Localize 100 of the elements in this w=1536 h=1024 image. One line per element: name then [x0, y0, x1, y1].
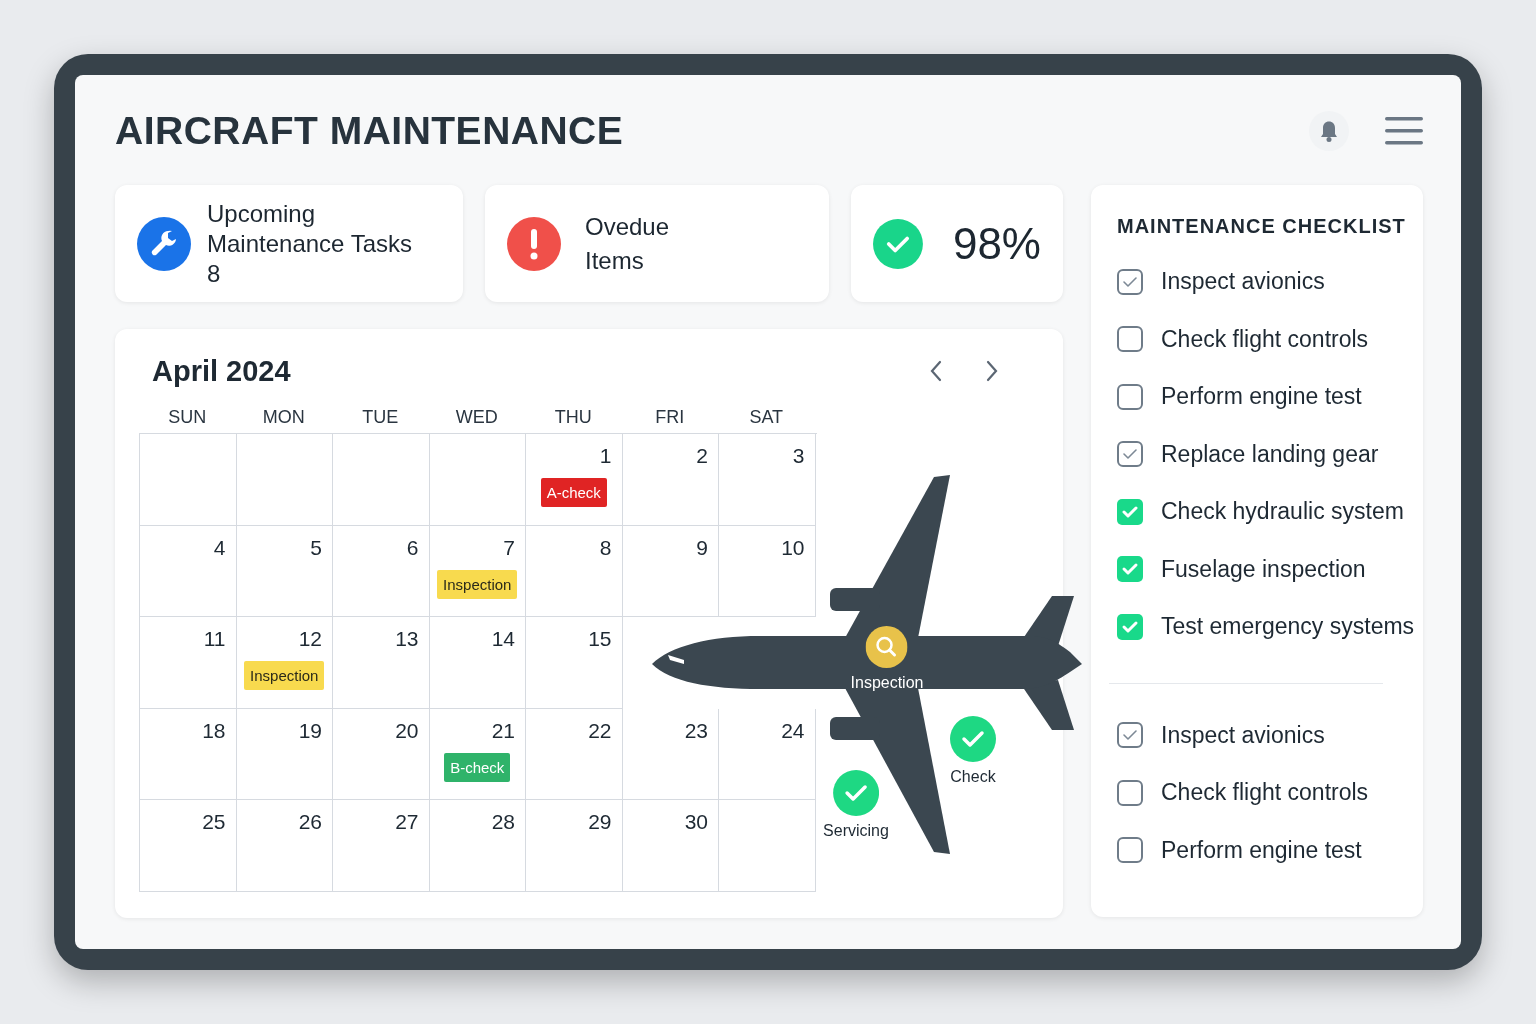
event-tag[interactable]: Inspection [244, 661, 325, 690]
day-number: 25 [202, 810, 226, 834]
day-number: 10 [781, 535, 805, 560]
checkbox[interactable] [1117, 722, 1143, 749]
day-number: 14 [491, 627, 515, 651]
check-icon[interactable] [950, 716, 996, 762]
weekday-label: MON [261, 406, 306, 428]
checklist-item-label: Inspect avionics [1161, 268, 1325, 296]
calendar-cell[interactable]: 9 [622, 525, 719, 617]
day-number: 2 [696, 444, 708, 468]
calendar-cell[interactable] [140, 434, 237, 526]
chevron-left-icon[interactable] [929, 360, 943, 382]
calendar-cell[interactable]: 11 [140, 617, 237, 709]
checklist-item-label: Inspect avionics [1161, 721, 1325, 749]
calendar-cell[interactable]: 29 [526, 800, 623, 892]
calendar-cell[interactable]: 25 [140, 800, 237, 892]
day-number: 3 [792, 444, 805, 468]
calendar-cell[interactable]: 22 [526, 708, 623, 800]
calendar-cell[interactable]: 2 [622, 434, 719, 526]
check-icon[interactable] [833, 770, 879, 816]
day-number: 8 [599, 535, 612, 560]
calendar-cell[interactable]: 12 Inspection [236, 617, 333, 709]
calendar-cell[interactable]: 7 Inspection [429, 525, 526, 617]
day-number: 18 [202, 718, 226, 743]
calendar-cell[interactable] [333, 434, 430, 526]
day-number: 20 [395, 718, 419, 743]
checklist-item-label: Check flight controls [1161, 325, 1369, 353]
day-number: 27 [395, 810, 419, 834]
stat-value: 98% [952, 218, 1041, 269]
checklist-item-label: Replace landing gear [1161, 440, 1379, 468]
day-number: 24 [781, 718, 805, 743]
checkbox[interactable] [1117, 268, 1143, 295]
checkbox[interactable] [1117, 326, 1143, 353]
calendar-cell[interactable]: 24 [719, 708, 816, 800]
airplane-tail-fin [1022, 680, 1074, 730]
chevron-right-icon[interactable] [985, 360, 999, 382]
calendar-cell[interactable]: 23 [622, 708, 719, 800]
calendar-cell[interactable]: 27 [333, 800, 430, 892]
check-icon [873, 216, 923, 271]
page-title: AIRCRAFT MAINTENANCE [115, 109, 624, 153]
calendar-cell[interactable]: 8 [526, 525, 623, 617]
stat-value: 8 [207, 258, 222, 289]
day-number: 23 [684, 718, 708, 743]
checkbox[interactable] [1117, 383, 1143, 410]
calendar-cell[interactable]: 28 [429, 800, 526, 892]
day-number: 19 [298, 718, 322, 743]
bell-icon[interactable] [1309, 111, 1349, 151]
day-number: 21 [491, 718, 515, 743]
day-number: 11 [203, 627, 226, 651]
stat-label: Ovedue [585, 211, 670, 242]
day-number: 22 [588, 718, 612, 743]
checkbox[interactable] [1117, 441, 1143, 468]
checkbox[interactable] [1117, 556, 1143, 583]
weekday-label: THU [553, 406, 593, 428]
calendar-cell[interactable]: 18 [140, 708, 237, 800]
checkbox[interactable] [1117, 613, 1143, 640]
day-number: 7 [503, 535, 515, 560]
calendar-cell[interactable]: 1 A-check [526, 434, 623, 526]
calendar-cell[interactable]: 26 [236, 800, 333, 892]
weekday-label: SUN [167, 406, 208, 428]
calendar-cell[interactable]: 10 [719, 525, 816, 617]
weekday-label: TUE [361, 406, 400, 428]
checkbox[interactable] [1117, 498, 1143, 525]
marker-label: Servicing [823, 822, 889, 840]
calendar-cell[interactable]: 13 [333, 617, 430, 709]
month-title: April 2024 [152, 354, 291, 388]
calendar-cell[interactable]: 5 [236, 525, 333, 617]
calendar-cell[interactable]: 4 [140, 525, 237, 617]
calendar-cell[interactable]: 15 [526, 617, 623, 709]
menu-icon[interactable] [1385, 116, 1423, 146]
day-number: 12 [298, 627, 322, 651]
day-number: 5 [310, 535, 322, 560]
checklist-item-label: Perform engine test [1161, 383, 1362, 411]
calendar-cell[interactable]: 14 [429, 617, 526, 709]
calendar-cell[interactable]: 20 [333, 708, 430, 800]
calendar-cell[interactable] [719, 800, 816, 892]
day-number: 9 [696, 535, 708, 560]
calendar-cell[interactable]: 3 [719, 434, 816, 526]
checkbox[interactable] [1117, 779, 1143, 806]
calendar-cell[interactable]: 19 [236, 708, 333, 800]
day-number: 13 [395, 627, 419, 651]
calendar-cell[interactable] [236, 434, 333, 526]
calendar-cell[interactable]: 6 [333, 525, 430, 617]
checklist-item-label: Check hydraulic system [1161, 498, 1404, 526]
alert-icon [507, 216, 561, 271]
calendar-cell[interactable]: 30 [622, 800, 719, 892]
checkbox[interactable] [1117, 837, 1143, 864]
magnifier-icon[interactable] [866, 626, 908, 668]
calendar-cell[interactable]: 21 B-check [429, 708, 526, 800]
day-number: 6 [406, 535, 419, 560]
weekday-label: WED [454, 406, 499, 428]
event-tag[interactable]: Inspection [437, 569, 518, 599]
checklist-title: MAINTENANCE CHECKLIST [1117, 215, 1407, 238]
weekday-label: SAT [748, 406, 785, 428]
stat-label: Maintenance Tasks [207, 228, 412, 259]
day-number: 29 [588, 810, 612, 834]
day-number: 1 [599, 444, 612, 468]
event-tag[interactable]: A-check [540, 478, 607, 507]
calendar-cell[interactable] [429, 434, 526, 526]
day-number: 4 [213, 535, 226, 560]
